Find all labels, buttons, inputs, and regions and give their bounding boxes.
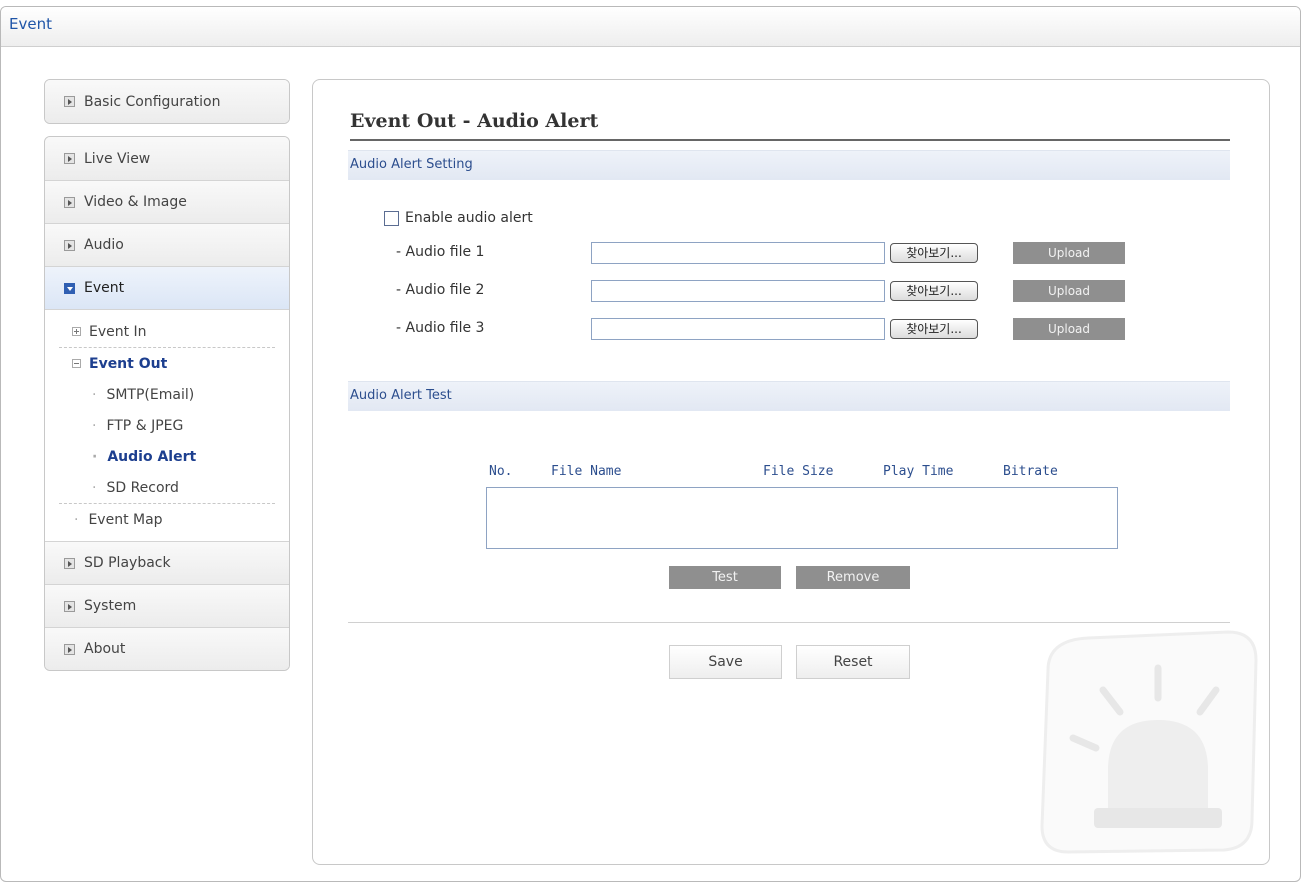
sidebar-item-label: Basic Configuration <box>84 93 221 110</box>
audio-file-label: - Audio file 2 <box>396 282 485 298</box>
browse-button[interactable]: 찾아보기... <box>890 319 978 339</box>
audio-file-list[interactable] <box>486 487 1118 549</box>
remove-button[interactable]: Remove <box>796 566 910 589</box>
enable-audio-alert-label: Enable audio alert <box>405 210 533 226</box>
audio-file-label: - Audio file 3 <box>396 320 485 336</box>
arrow-right-icon <box>64 643 75 655</box>
main-window: Event Basic Configuration Live View Vide… <box>0 6 1301 882</box>
sidebar-item-label: Event <box>84 280 125 296</box>
tree-item-audio-alert[interactable]: Audio Alert <box>45 441 289 472</box>
tree-item-smtp[interactable]: SMTP(Email) <box>45 379 289 410</box>
sidebar-item-video-image[interactable]: Video & Image <box>45 180 289 223</box>
reset-button[interactable]: Reset <box>796 645 910 679</box>
column-header-file-size: File Size <box>763 464 834 479</box>
sidebar-item-label: System <box>84 598 137 614</box>
arrow-right-icon <box>64 153 75 164</box>
audio-file-row-1: - Audio file 1 찾아보기... Upload <box>396 242 1156 264</box>
audio-file-3-input[interactable] <box>591 318 885 340</box>
sidebar-item-audio[interactable]: Audio <box>45 223 289 266</box>
sidebar-item-basic-configuration[interactable]: Basic Configuration <box>45 80 289 123</box>
upload-button[interactable]: Upload <box>1013 280 1125 302</box>
column-header-no: No. <box>489 464 513 479</box>
tree-item-event-out[interactable]: Event Out <box>45 348 289 379</box>
arrow-right-icon <box>64 96 75 107</box>
collapse-minus-icon[interactable] <box>72 359 81 368</box>
tree-item-label: SMTP(Email) <box>106 386 195 403</box>
sidebar-item-event[interactable]: Event <box>45 266 289 309</box>
audio-file-1-input[interactable] <box>591 242 885 264</box>
tree-item-event-in[interactable]: Event In <box>45 316 289 347</box>
sidebar-item-label: Audio <box>84 237 124 253</box>
arrow-right-icon <box>64 600 75 612</box>
audio-file-2-input[interactable] <box>591 280 885 302</box>
arrow-right-icon <box>64 239 75 251</box>
tree-item-label: Event Map <box>88 511 163 528</box>
tree-item-sd-record[interactable]: SD Record <box>45 472 289 503</box>
sidebar-item-about[interactable]: About <box>45 627 289 670</box>
sidebar-group-main: Live View Video & Image Audio Event Even… <box>44 136 290 671</box>
sidebar-item-sd-playback[interactable]: SD Playback <box>45 541 289 584</box>
audio-file-label: - Audio file 1 <box>396 244 485 260</box>
test-button[interactable]: Test <box>669 566 781 589</box>
enable-audio-alert-checkbox[interactable] <box>384 210 399 226</box>
upload-button[interactable]: Upload <box>1013 318 1125 340</box>
sidebar-item-label: Video & Image <box>84 194 187 210</box>
page-title: Event Out - Audio Alert <box>350 110 1230 141</box>
enable-audio-alert[interactable]: Enable audio alert <box>384 210 533 226</box>
section-header-test: Audio Alert Test <box>348 381 1230 411</box>
window-title: Event <box>1 7 1300 47</box>
tree-item-label: SD Record <box>106 479 179 496</box>
sidebar-item-label: SD Playback <box>84 555 171 571</box>
tree-item-event-map[interactable]: Event Map <box>45 504 289 535</box>
upload-button[interactable]: Upload <box>1013 242 1125 264</box>
content-panel: Event Out - Audio Alert Audio Alert Sett… <box>312 79 1270 865</box>
tree-item-label: Event In <box>89 323 147 340</box>
arrow-right-icon <box>64 196 75 208</box>
audio-file-row-3: - Audio file 3 찾아보기... Upload <box>396 318 1156 340</box>
tree-item-ftp-jpeg[interactable]: FTP & JPEG <box>45 410 289 441</box>
event-subtree: Event In Event Out SMTP(Email) FTP & JPE… <box>45 309 289 541</box>
save-button[interactable]: Save <box>669 645 782 679</box>
tree-item-label: Audio Alert <box>107 448 197 465</box>
sidebar-item-label: Live View <box>84 150 151 167</box>
column-header-bitrate: Bitrate <box>1003 464 1058 479</box>
browse-button[interactable]: 찾아보기... <box>890 281 978 301</box>
arrow-down-icon <box>64 282 75 294</box>
section-header-setting: Audio Alert Setting <box>348 150 1230 180</box>
column-header-play-time: Play Time <box>883 464 954 479</box>
sidebar: Basic Configuration Live View Video & Im… <box>44 79 290 683</box>
browse-button[interactable]: 찾아보기... <box>890 243 978 263</box>
sidebar-item-live-view[interactable]: Live View <box>45 137 289 180</box>
tree-item-label: Event Out <box>89 355 168 372</box>
sidebar-item-label: About <box>84 641 126 657</box>
arrow-right-icon <box>64 557 75 569</box>
tree-item-label: FTP & JPEG <box>106 417 184 434</box>
expand-plus-icon[interactable] <box>72 327 81 336</box>
column-header-file-name: File Name <box>551 464 622 479</box>
sidebar-item-system[interactable]: System <box>45 584 289 627</box>
alarm-light-icon <box>1040 630 1258 854</box>
audio-file-row-2: - Audio file 2 찾아보기... Upload <box>396 280 1156 302</box>
sidebar-group-basic: Basic Configuration <box>44 79 290 124</box>
